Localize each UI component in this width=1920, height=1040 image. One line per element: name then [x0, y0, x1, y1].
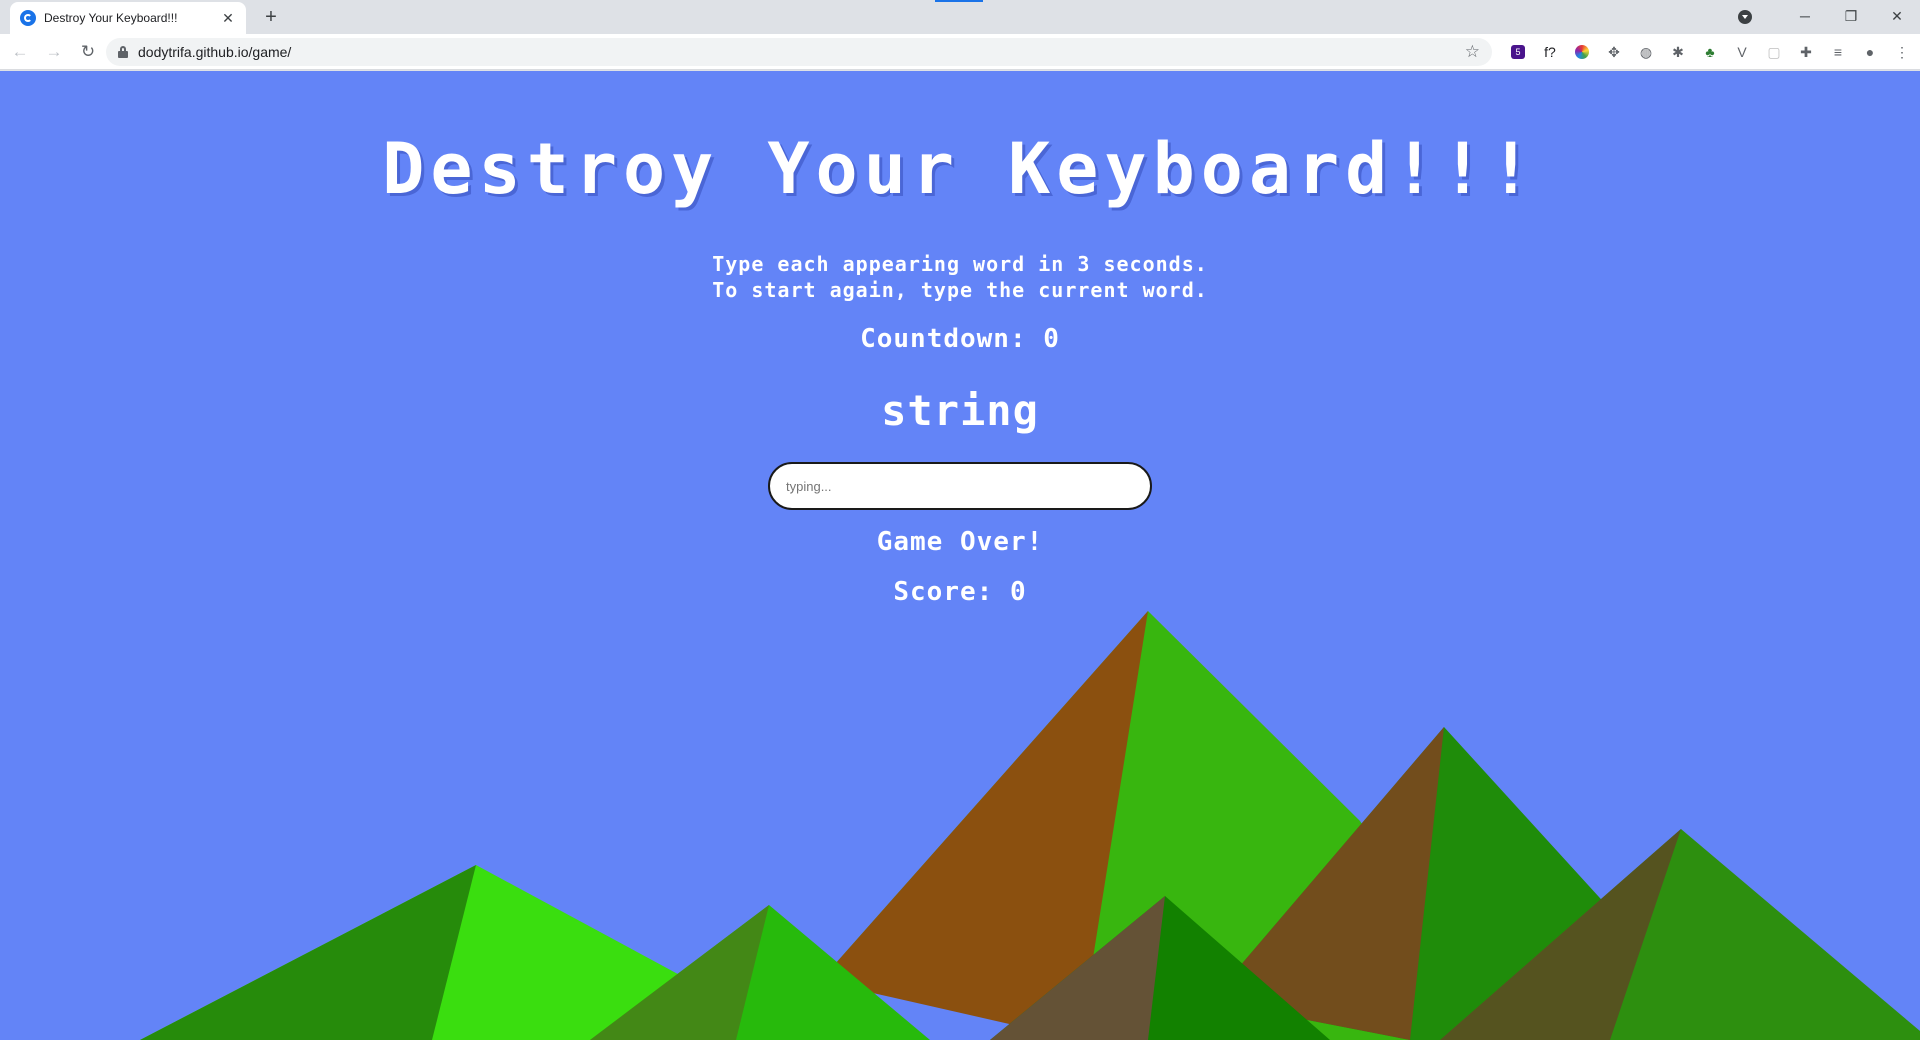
move-icon[interactable]: ✥: [1598, 38, 1630, 66]
profile-icon[interactable]: ●: [1854, 38, 1886, 66]
instructions-line-1: Type each appearing word in 3 seconds.: [712, 252, 1208, 276]
extensions-area: 5 f? ✥ ◍ ✱ ♣ V ▢ ✚ ≡ ● ⋮: [1502, 38, 1918, 66]
bug-ext-icon[interactable]: ✱: [1662, 38, 1694, 66]
address-bar[interactable]: dodytrifa.github.io/game/ ☆: [106, 38, 1492, 66]
new-tab-button[interactable]: +: [258, 4, 284, 30]
url-text[interactable]: dodytrifa.github.io/game/: [138, 44, 291, 60]
tree-ext-icon[interactable]: ♣: [1694, 38, 1726, 66]
forward-arrow-icon[interactable]: →: [40, 38, 68, 66]
vue-ext-icon[interactable]: V: [1726, 38, 1758, 66]
score-label: Score: 0: [893, 577, 1027, 607]
media-queue-icon[interactable]: ≡: [1822, 38, 1854, 66]
game-title: Destroy Your Keyboard!!!: [382, 128, 1538, 210]
current-word: string: [881, 386, 1039, 435]
tab-search-icon[interactable]: [1738, 10, 1752, 24]
mountain-left-dark-face: [140, 865, 476, 1040]
window-controls: ─ ❐ ✕: [1738, 0, 1920, 34]
lock-icon[interactable]: [118, 46, 128, 58]
tab-bar: Destroy Your Keyboard!!! ✕ + ─ ❐ ✕: [0, 0, 1920, 34]
function-ext-icon[interactable]: f?: [1534, 38, 1566, 66]
blank-ext-icon[interactable]: ▢: [1758, 38, 1790, 66]
menu-dots-icon[interactable]: ⋮: [1886, 38, 1918, 66]
instructions-line-2: To start again, type the current word.: [712, 278, 1208, 302]
restore-button[interactable]: ❐: [1828, 0, 1874, 34]
game-page: Destroy Your Keyboard!!! Type each appea…: [0, 71, 1920, 1040]
site-favicon-icon: [20, 10, 36, 26]
tab-strip-indicator: [935, 0, 983, 2]
back-arrow-icon[interactable]: ←: [6, 38, 34, 66]
close-window-button[interactable]: ✕: [1874, 0, 1920, 34]
game-status: Game Over!: [876, 527, 1044, 557]
extension-badge-icon[interactable]: 5: [1502, 38, 1534, 66]
browser-tab[interactable]: Destroy Your Keyboard!!! ✕: [10, 2, 246, 34]
puzzle-icon[interactable]: ✚: [1790, 38, 1822, 66]
countdown-label: Countdown: 0: [860, 324, 1060, 354]
color-wheel-icon[interactable]: [1566, 38, 1598, 66]
globe-ext-icon[interactable]: ◍: [1630, 38, 1662, 66]
minimize-button[interactable]: ─: [1782, 0, 1828, 34]
reload-icon[interactable]: ↻: [74, 38, 102, 66]
typing-input[interactable]: [768, 462, 1152, 510]
tab-close-icon[interactable]: ✕: [220, 10, 236, 27]
instructions: Type each appearing word in 3 seconds. T…: [0, 251, 1920, 303]
bookmark-star-icon[interactable]: ☆: [1465, 42, 1480, 62]
browser-toolbar: ← → ↻ dodytrifa.github.io/game/ ☆ 5 f? ✥ ◍ ✱…: [0, 34, 1920, 70]
tab-title: Destroy Your Keyboard!!!: [44, 11, 178, 25]
